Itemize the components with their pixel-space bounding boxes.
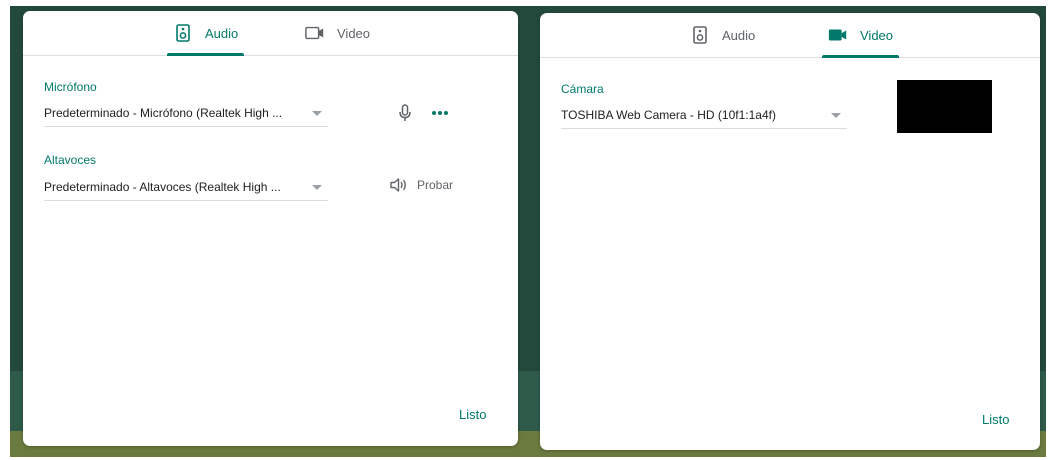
- test-speakers-label: Probar: [417, 178, 454, 192]
- settings-tabbar: Audio Video: [540, 13, 1040, 58]
- chevron-down-icon: [831, 112, 841, 118]
- tab-audio[interactable]: Audio: [684, 13, 761, 57]
- videocam-icon: [828, 25, 848, 45]
- volume-icon: [389, 177, 409, 193]
- videocam-icon: [305, 23, 325, 43]
- microphone-select[interactable]: Predeterminado - Micrófono (Realtek High…: [44, 100, 328, 127]
- tab-label: Audio: [722, 27, 756, 43]
- tab-label: Video: [337, 25, 371, 41]
- speaker-icon: [690, 25, 710, 45]
- done-button[interactable]: Listo: [459, 407, 486, 422]
- mic-icon[interactable]: [395, 103, 415, 123]
- tab-audio[interactable]: Audio: [167, 11, 245, 56]
- speakers-value: Predeterminado - Altavoces (Realtek High…: [44, 180, 281, 194]
- tab-video[interactable]: Video: [299, 11, 376, 55]
- chevron-down-icon: [312, 110, 322, 116]
- speakers-label: Altavoces: [44, 153, 97, 167]
- settings-tabbar: Audio Video: [23, 11, 518, 56]
- tab-video[interactable]: Video: [822, 13, 900, 58]
- camera-label: Cámara: [561, 82, 604, 96]
- tab-label: Audio: [205, 25, 239, 41]
- video-settings-dialog: Audio Video Cámara TOSHIBA Web Camera - …: [540, 13, 1040, 450]
- speakers-select[interactable]: Predeterminado - Altavoces (Realtek High…: [44, 174, 328, 201]
- more-icon[interactable]: [429, 103, 451, 123]
- audio-settings-dialog: Audio Video Micrófono Predeterminado - M…: [23, 11, 518, 446]
- test-speakers-button[interactable]: Probar: [389, 177, 453, 193]
- microphone-label: Micrófono: [44, 80, 97, 94]
- tab-label: Video: [860, 27, 894, 43]
- microphone-value: Predeterminado - Micrófono (Realtek High…: [44, 106, 283, 120]
- speaker-icon: [173, 23, 193, 43]
- done-button[interactable]: Listo: [982, 412, 1009, 427]
- camera-preview: [897, 80, 992, 133]
- chevron-down-icon: [312, 184, 322, 190]
- camera-select[interactable]: TOSHIBA Web Camera - HD (10f1:1a4f): [561, 102, 847, 129]
- camera-value: TOSHIBA Web Camera - HD (10f1:1a4f): [561, 108, 776, 122]
